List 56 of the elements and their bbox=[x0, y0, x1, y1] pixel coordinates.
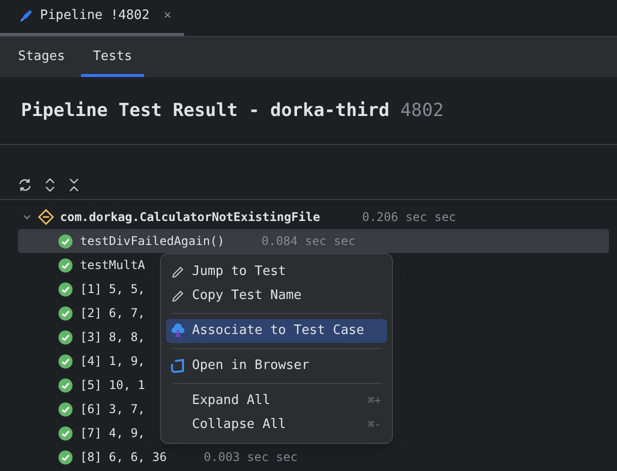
test-time: 0.003 sec sec bbox=[204, 449, 298, 466]
suite-time: 0.206 sec sec bbox=[362, 209, 456, 226]
menu-item[interactable]: Associate to Test Case bbox=[166, 319, 387, 343]
check-circle-icon bbox=[58, 258, 73, 272]
page-heading: Pipeline Test Result - dorka-third 4802 bbox=[21, 99, 444, 123]
check-circle-icon bbox=[58, 378, 73, 392]
tab[interactable]: Stages bbox=[6, 37, 77, 77]
test-row[interactable]: [5] 10, 1 bbox=[18, 373, 150, 397]
pencil-icon bbox=[171, 289, 185, 303]
refresh-icon[interactable] bbox=[17, 176, 33, 192]
chevron-icon[interactable] bbox=[22, 212, 32, 222]
menu-item[interactable]: Expand All ⌘+ bbox=[166, 389, 387, 413]
test-row[interactable]: [7] 4, 9, bbox=[18, 421, 150, 445]
check-circle-icon bbox=[58, 234, 73, 248]
check-circle-icon bbox=[58, 354, 73, 368]
test-time: 0.084 sec sec bbox=[262, 233, 356, 250]
test-row[interactable]: testDivFailedAgain() 0.084 sec sec bbox=[18, 229, 609, 253]
test-name: testMultA bbox=[80, 257, 146, 274]
menu-item[interactable]: Jump to Test bbox=[166, 260, 387, 284]
check-circle-icon bbox=[58, 282, 73, 296]
test-name: [6] 3, 7, bbox=[80, 401, 146, 418]
tab[interactable]: Tests bbox=[80, 37, 144, 77]
menu-item[interactable]: Open in Browser bbox=[166, 354, 387, 378]
collapse-icon[interactable] bbox=[67, 176, 81, 192]
test-name: [5] 10, 1 bbox=[80, 377, 146, 394]
check-circle-icon bbox=[58, 330, 73, 344]
test-row[interactable]: [6] 3, 7, bbox=[18, 397, 150, 421]
check-circle-icon bbox=[58, 426, 73, 440]
browser-icon bbox=[170, 358, 186, 374]
cloud-flask-icon bbox=[170, 323, 186, 339]
expand-icon[interactable] bbox=[43, 176, 57, 192]
close-icon[interactable]: × bbox=[164, 6, 172, 26]
shortcut-label: ⌘- bbox=[368, 416, 382, 433]
suite-name[interactable]: com.dorkag.CalculatorNotExistingFile bbox=[60, 208, 320, 226]
check-circle-icon bbox=[58, 402, 73, 416]
shortcut-label: ⌘+ bbox=[368, 392, 382, 409]
test-name: [7] 4, 9, bbox=[80, 425, 146, 442]
menu-item[interactable]: Copy Test Name bbox=[166, 284, 387, 308]
test-row[interactable]: [8] 6, 6, 36 0.003 sec sec bbox=[18, 445, 302, 469]
test-name: testDivFailedAgain() bbox=[80, 233, 224, 250]
test-row[interactable]: testMultA bbox=[18, 253, 150, 277]
diamond-icon bbox=[38, 209, 54, 225]
test-name: [4] 1, 9, bbox=[80, 353, 146, 370]
check-circle-icon bbox=[58, 306, 73, 320]
pencil-icon bbox=[171, 265, 185, 279]
test-row[interactable]: [3] 8, 8, bbox=[18, 325, 150, 349]
menu-item[interactable]: Collapse All ⌘- bbox=[166, 413, 387, 437]
check-circle-icon bbox=[58, 450, 73, 464]
test-name: [3] 8, 8, bbox=[80, 329, 146, 346]
tab-title: Pipeline !4802 bbox=[40, 7, 150, 26]
test-row[interactable]: [2] 6, 7, bbox=[18, 301, 150, 325]
test-name: [8] 6, 6, 36 bbox=[80, 449, 167, 466]
test-row[interactable]: [1] 5, 5, bbox=[18, 277, 150, 301]
test-name: [1] 5, 5, bbox=[80, 281, 146, 298]
test-row[interactable]: [4] 1, 9, bbox=[18, 349, 150, 373]
test-name: [2] 6, 7, bbox=[80, 305, 146, 322]
